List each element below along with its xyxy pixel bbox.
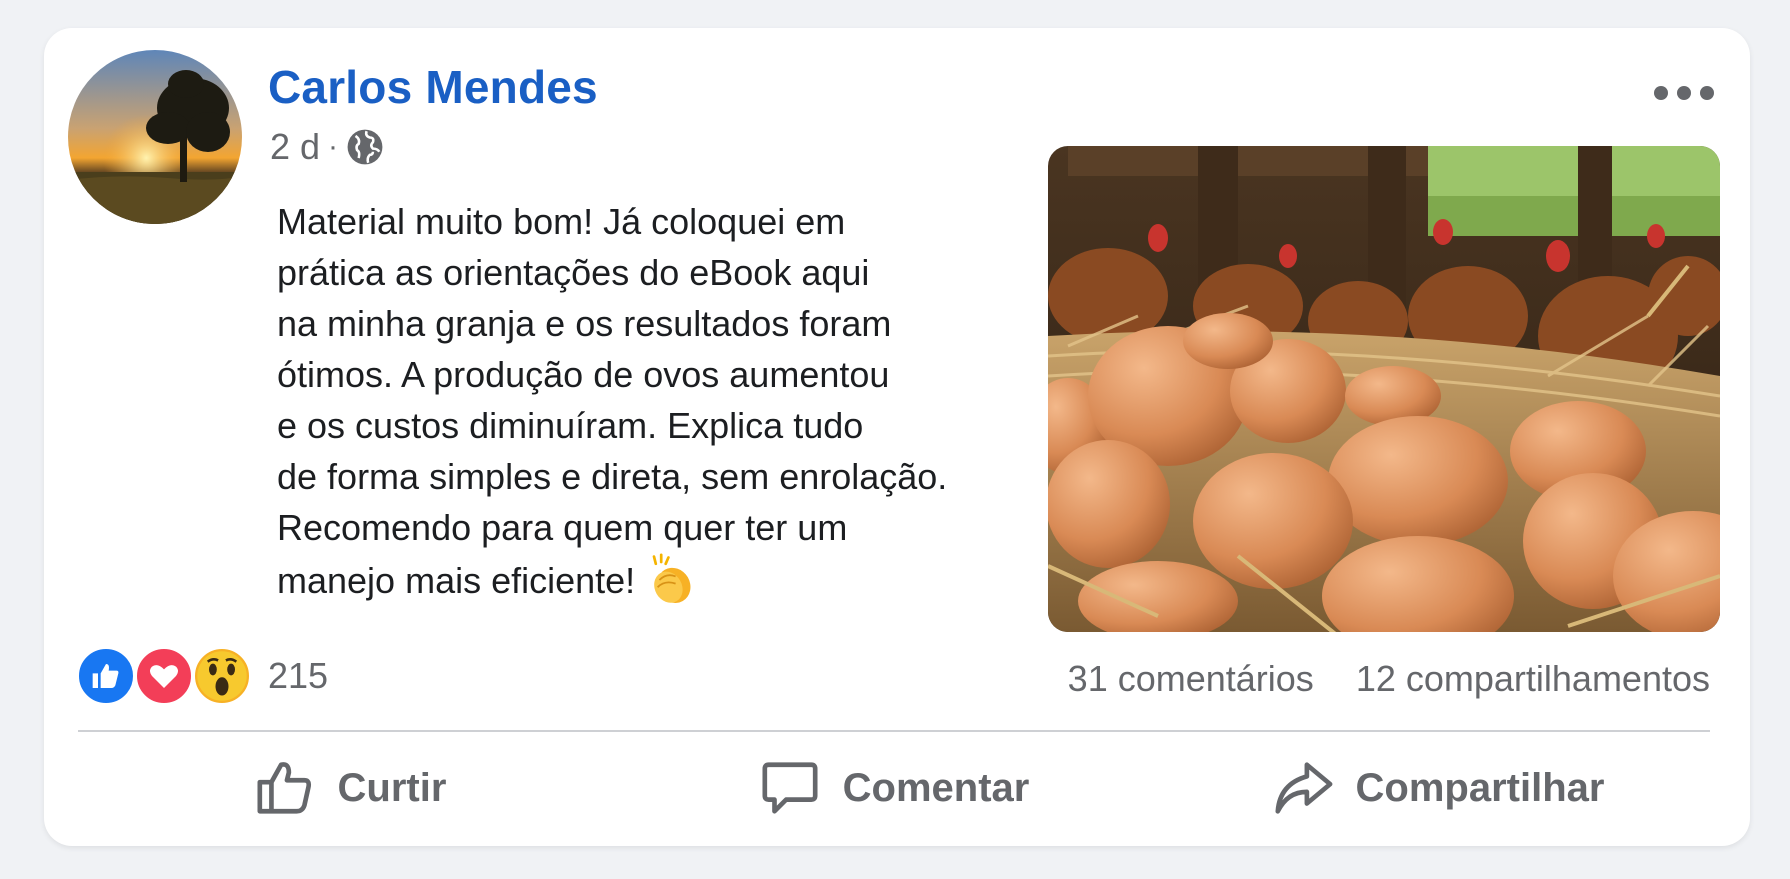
share-button-label: Compartilhar [1355,765,1605,810]
more-dot-icon [1654,86,1668,100]
post-text-line: Recomendo para quem quer ter um [277,507,848,548]
reactions-summary[interactable]: 215 [76,646,328,706]
post-text-line: e os custos diminuíram. Explica tudo [277,405,864,446]
share-arrow-icon [1275,762,1332,814]
like-button[interactable]: Curtir [78,740,622,836]
shares-count-link[interactable]: 12 compartilhamentos [1356,658,1710,700]
post-text-line: de forma simples e direta, sem enrolação… [277,456,948,497]
post-card: Carlos Mendes 2 d · Material muito bom! … [44,28,1750,846]
author-name[interactable]: Carlos Mendes [268,60,598,114]
globe-icon[interactable] [346,128,384,166]
more-options-button[interactable] [1654,78,1714,108]
post-stats: 31 comentários 12 compartilhamentos [1068,658,1710,700]
comment-button[interactable]: Comentar [622,740,1166,836]
wow-reaction-icon [192,646,252,706]
post-text-line: prática as orientações do eBook aqui [277,252,870,293]
thumbs-up-icon [257,762,311,814]
post-text-line: na minha granja e os resultados foram [277,303,892,344]
post-text-line: Material muito bom! Já coloquei em [277,201,846,242]
more-dot-icon [1700,86,1714,100]
post-time[interactable]: 2 d [270,126,320,168]
author-avatar[interactable] [68,50,242,224]
comments-count-link[interactable]: 31 comentários [1068,658,1314,700]
comment-button-label: Comentar [842,765,1030,810]
post-text-line: manejo mais eficiente! [277,560,636,601]
share-button[interactable]: Compartilhar [1166,740,1710,836]
speech-bubble-icon [762,762,818,814]
avatar-image [68,50,242,224]
clapping-hands-icon [652,553,691,603]
post-text-line-last: manejo mais eficiente! [277,553,1047,607]
post-meta: 2 d · [270,126,384,168]
like-button-label: Curtir [337,765,447,810]
eggs-basket-photo [1048,146,1720,632]
post-text-line: ótimos. A produção de ovos aumentou [277,354,890,395]
meta-separator: · [328,130,339,163]
like-reaction-icon [76,646,136,706]
post-image[interactable] [1048,146,1720,632]
action-bar: Curtir Comentar Compartilhar [78,740,1710,836]
love-reaction-icon [134,646,194,706]
more-dot-icon [1677,86,1691,100]
post-text: Material muito bom! Já coloquei em práti… [277,196,1047,607]
reactions-count: 215 [268,655,329,696]
actions-divider [78,730,1710,732]
